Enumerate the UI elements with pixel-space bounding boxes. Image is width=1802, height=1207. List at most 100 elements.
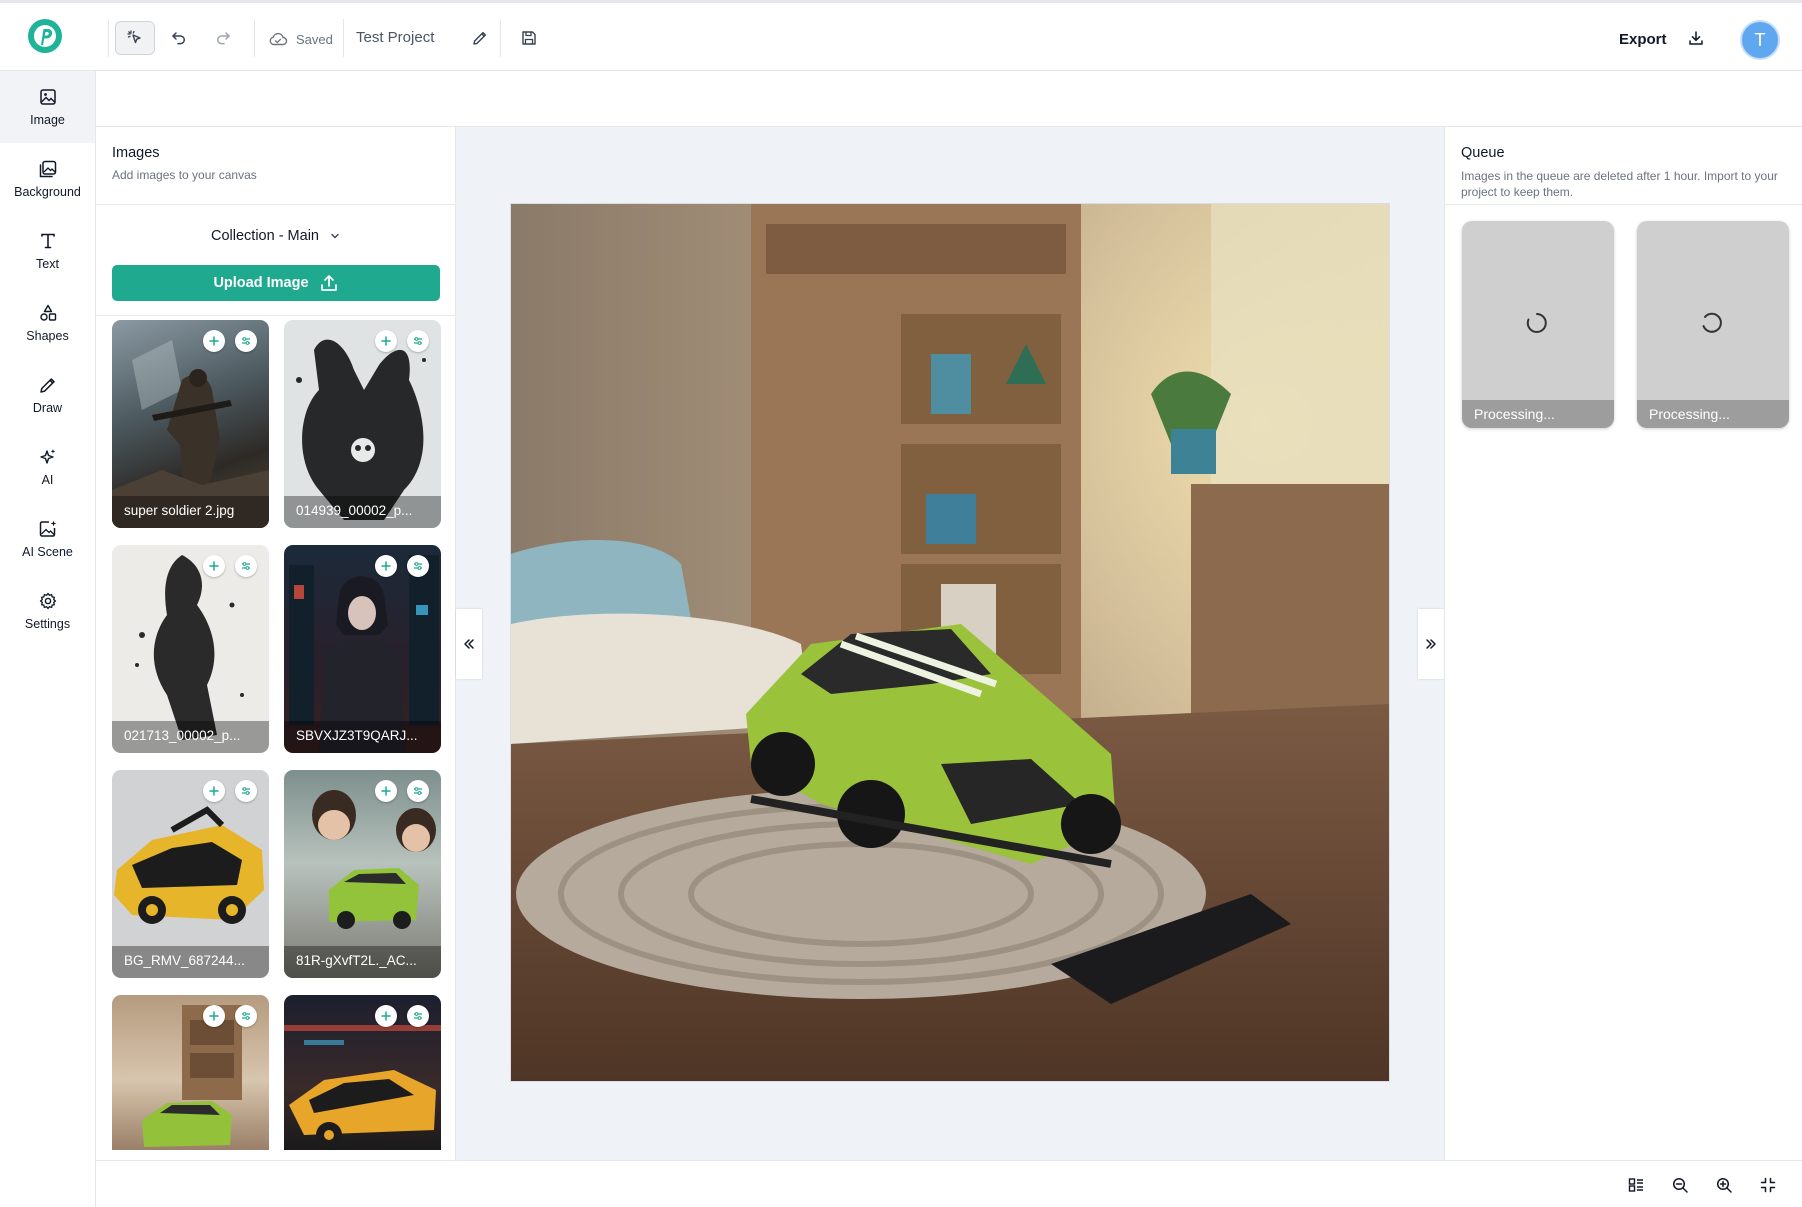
add-to-canvas-button[interactable] bbox=[375, 1005, 397, 1027]
context-toolbar bbox=[96, 71, 1802, 127]
zoom-in-icon bbox=[1716, 1177, 1732, 1193]
download-button[interactable] bbox=[1676, 21, 1716, 55]
collapse-right-panel-button[interactable] bbox=[1418, 609, 1444, 679]
sliders-icon bbox=[414, 337, 422, 345]
top-toolbar: Saved Test Project Export T bbox=[0, 0, 1802, 71]
layers-button[interactable] bbox=[1624, 1173, 1648, 1197]
nav-label: Image bbox=[30, 113, 65, 127]
redo-icon bbox=[216, 32, 230, 45]
nav-label: Settings bbox=[24, 617, 71, 631]
chevrons-right-icon bbox=[1426, 639, 1436, 649]
nav-label: Background bbox=[14, 185, 81, 199]
image-thumbnail[interactable] bbox=[112, 995, 269, 1150]
image-thumbnail[interactable]: super soldier 2.jpg bbox=[112, 320, 269, 528]
image-options-button[interactable] bbox=[407, 1005, 429, 1027]
queue-item[interactable]: Processing... bbox=[1637, 221, 1789, 428]
zoom-in-button[interactable] bbox=[1712, 1173, 1736, 1197]
image-thumbnail[interactable]: BG_RMV_687244... bbox=[112, 770, 269, 978]
add-to-canvas-button[interactable] bbox=[203, 1005, 225, 1027]
thumbnail-label: 021713_00002_p... bbox=[112, 721, 269, 753]
thumbnail-label: super soldier 2.jpg bbox=[112, 496, 269, 528]
image-options-button[interactable] bbox=[235, 780, 257, 802]
sliders-icon bbox=[242, 562, 250, 570]
plus-icon bbox=[209, 336, 219, 346]
image-options-button[interactable] bbox=[407, 555, 429, 577]
nav-item-text[interactable]: Text bbox=[0, 215, 95, 287]
spinner-icon bbox=[1526, 313, 1547, 333]
add-to-canvas-button[interactable] bbox=[375, 555, 397, 577]
image-thumbnail[interactable]: 81R-gXvfT2L._AC... bbox=[284, 770, 441, 978]
nav-label: Draw bbox=[32, 401, 63, 415]
upload-image-button[interactable]: Upload Image bbox=[112, 265, 440, 301]
thumbnail-label: 014939_00002_p... bbox=[284, 496, 441, 528]
image-options-button[interactable] bbox=[407, 330, 429, 352]
image-options-button[interactable] bbox=[235, 1005, 257, 1027]
plus-icon bbox=[209, 561, 219, 571]
plus-icon bbox=[381, 561, 391, 571]
plus-icon bbox=[381, 336, 391, 346]
add-to-canvas-button[interactable] bbox=[203, 555, 225, 577]
text-icon bbox=[40, 233, 55, 249]
panel-subtitle: Add images to your canvas bbox=[112, 168, 257, 182]
add-to-canvas-button[interactable] bbox=[375, 780, 397, 802]
fit-to-screen-button[interactable] bbox=[1756, 1173, 1780, 1197]
divider bbox=[1445, 204, 1802, 205]
logo-p-icon bbox=[34, 25, 56, 47]
undo-button[interactable] bbox=[159, 21, 199, 55]
image-thumbnail[interactable]: 014939_00002_p... bbox=[284, 320, 441, 528]
queue-panel: Queue Images in the queue are deleted af… bbox=[1444, 127, 1802, 1160]
queue-item-status: Processing... bbox=[1462, 400, 1614, 428]
nav-item-image[interactable]: Image bbox=[0, 71, 95, 143]
canvas-area[interactable] bbox=[456, 127, 1444, 1160]
redo-button[interactable] bbox=[203, 21, 243, 55]
image-options-button[interactable] bbox=[235, 555, 257, 577]
images-panel: Images Add images to your canvas Collect… bbox=[96, 127, 456, 1160]
cloud-check-icon bbox=[269, 32, 288, 46]
save-button[interactable] bbox=[509, 21, 549, 55]
collection-dropdown[interactable]: Collection - Main bbox=[96, 228, 455, 244]
project-name[interactable]: Test Project bbox=[356, 29, 434, 46]
nav-item-draw[interactable]: Draw bbox=[0, 359, 95, 431]
divider bbox=[96, 204, 455, 205]
app-logo[interactable] bbox=[28, 19, 62, 53]
divider bbox=[108, 19, 109, 57]
collapse-left-panel-button[interactable] bbox=[456, 609, 482, 679]
queue-title: Queue bbox=[1461, 145, 1505, 161]
nav-item-shapes[interactable]: Shapes bbox=[0, 287, 95, 359]
image-options-button[interactable] bbox=[235, 330, 257, 352]
zoom-out-button[interactable] bbox=[1668, 1173, 1692, 1197]
user-avatar[interactable]: T bbox=[1740, 20, 1780, 60]
nav-item-settings[interactable]: Settings bbox=[0, 575, 95, 647]
image-icon bbox=[39, 89, 56, 105]
gear-icon bbox=[39, 592, 56, 610]
image-options-button[interactable] bbox=[407, 780, 429, 802]
add-to-canvas-button[interactable] bbox=[375, 330, 397, 352]
canvas-image[interactable] bbox=[511, 204, 1389, 1081]
image-thumbnail[interactable]: 021713_00002_p... bbox=[112, 545, 269, 753]
nav-item-background[interactable]: Background bbox=[0, 143, 95, 215]
shapes-icon bbox=[39, 304, 56, 321]
add-to-canvas-button[interactable] bbox=[203, 780, 225, 802]
divider bbox=[96, 315, 455, 316]
rename-project-button[interactable] bbox=[460, 21, 500, 55]
cursor-click-icon bbox=[127, 30, 141, 44]
save-status-text: Saved bbox=[296, 31, 333, 47]
image-thumbnail[interactable]: SBVXJZ3T9QARJ... bbox=[284, 545, 441, 753]
ai-scene-icon bbox=[39, 520, 56, 537]
thumbnail-label: SBVXJZ3T9QARJ... bbox=[284, 721, 441, 753]
spinner-icon bbox=[1702, 312, 1722, 333]
queue-item[interactable]: Processing... bbox=[1462, 221, 1614, 428]
nav-label: AI Scene bbox=[22, 545, 73, 559]
chevrons-left-icon bbox=[464, 639, 474, 649]
nav-item-ai-scene[interactable]: AI Scene bbox=[0, 503, 95, 575]
pencil-icon bbox=[473, 31, 487, 45]
add-to-canvas-button[interactable] bbox=[203, 330, 225, 352]
sliders-icon bbox=[414, 1012, 422, 1020]
undo-icon bbox=[172, 32, 186, 45]
export-button[interactable]: Export bbox=[1619, 31, 1667, 48]
nav-item-ai[interactable]: AI bbox=[0, 431, 95, 503]
select-tool-button[interactable] bbox=[115, 21, 155, 55]
sliders-icon bbox=[414, 562, 422, 570]
sliders-icon bbox=[242, 787, 250, 795]
image-thumbnail[interactable] bbox=[284, 995, 441, 1150]
